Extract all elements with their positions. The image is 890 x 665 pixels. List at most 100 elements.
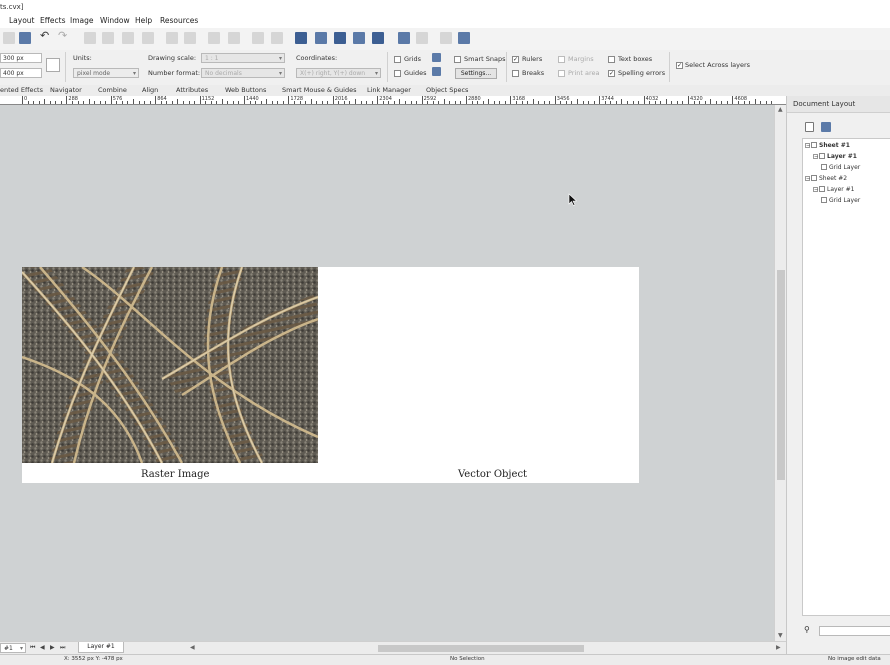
export-icon[interactable] <box>440 32 452 44</box>
number-format-label: Number format: <box>148 69 201 77</box>
ruler-minor-tick <box>316 101 318 104</box>
page-nav-first-icon[interactable]: ⏮ <box>30 644 35 652</box>
page-nav-prev-icon[interactable]: ◀ <box>40 644 45 651</box>
number-format-select[interactable]: No decimals <box>201 68 285 78</box>
breaks-checkbox[interactable] <box>512 70 519 77</box>
tool-icon-e[interactable] <box>166 32 178 44</box>
width-field[interactable]: 300 px <box>0 53 42 63</box>
tool-icon-g[interactable] <box>208 32 220 44</box>
select-across-layers-checkbox[interactable]: ✓ <box>676 62 683 69</box>
scroll-left-icon[interactable]: ◀ <box>190 644 195 651</box>
window-icon[interactable] <box>372 32 384 44</box>
tool-icon-b[interactable] <box>102 32 114 44</box>
tree-sheet-1[interactable]: − Sheet #1 <box>805 142 850 149</box>
ruler-tick-label: 3168 <box>512 96 526 102</box>
ruler-minor-tick <box>160 101 162 104</box>
guides-checkbox[interactable] <box>394 70 401 77</box>
ruler-minor-tick <box>660 101 662 104</box>
units-select[interactable]: pixel mode <box>73 68 139 78</box>
scroll-up-icon[interactable]: ▲ <box>778 106 783 113</box>
undo-icon[interactable]: ↶ <box>40 29 52 42</box>
scroll-down-icon[interactable]: ▼ <box>778 632 783 639</box>
tab-effects[interactable]: ented Effects <box>0 86 43 94</box>
tab-smart-mouse[interactable]: Smart Mouse & Guides <box>282 86 357 94</box>
page-nav-next-icon[interactable]: ▶ <box>50 644 55 651</box>
ruler-minor-tick <box>621 99 623 104</box>
tool-icon-f[interactable] <box>184 32 196 44</box>
smart-snaps-checkbox[interactable] <box>454 56 461 63</box>
tool-icon-h[interactable] <box>228 32 240 44</box>
horizontal-scroll-thumb[interactable] <box>378 645 584 652</box>
page-orientation-icon[interactable] <box>46 58 60 72</box>
ruler-minor-tick <box>488 99 490 104</box>
menu-image[interactable]: Image <box>70 16 94 25</box>
binoculars-icon[interactable]: ⚲ <box>804 625 810 634</box>
height-field[interactable]: 400 px <box>0 68 42 78</box>
new-sheet-icon[interactable] <box>805 122 814 132</box>
ruler-minor-tick <box>271 101 273 104</box>
edit-icon[interactable] <box>398 32 410 44</box>
spelling-errors-checkbox[interactable]: ✓ <box>608 70 615 77</box>
layer-tab[interactable]: Layer #1 <box>78 642 124 653</box>
margins-checkbox[interactable] <box>558 56 565 63</box>
new-icon[interactable] <box>3 32 15 44</box>
grids-checkbox[interactable] <box>394 56 401 63</box>
text-boxes-checkbox[interactable] <box>608 56 615 63</box>
ruler-minor-tick <box>704 101 706 104</box>
page-nav-last-icon[interactable]: ⏭ <box>60 644 65 652</box>
drawing-scale-select[interactable]: 1 : 1 <box>201 53 285 63</box>
tab-navigator[interactable]: Navigator <box>50 86 82 94</box>
tab-attributes[interactable]: Attributes <box>176 86 208 94</box>
ruler-minor-tick <box>438 101 440 104</box>
tab-align[interactable]: Align <box>142 86 158 94</box>
ruler-minor-tick <box>205 101 207 104</box>
redo-icon[interactable]: ↷ <box>58 29 70 42</box>
tab-web-buttons[interactable]: Web Buttons <box>225 86 266 94</box>
layer-icon[interactable] <box>295 32 307 44</box>
tool-icon-a[interactable] <box>84 32 96 44</box>
rulers-checkbox[interactable]: ✓ <box>512 56 519 63</box>
ruler-minor-tick <box>399 99 401 104</box>
tree-sheet-2-grid[interactable]: Grid Layer <box>821 197 860 204</box>
monitor-icon[interactable] <box>353 32 365 44</box>
coordinates-select[interactable]: X(+) right, Y(+) down <box>296 68 381 78</box>
link-icon[interactable] <box>271 32 283 44</box>
menu-help[interactable]: Help <box>135 16 152 25</box>
duplicate-sheet-icon[interactable] <box>821 122 831 132</box>
ruler-minor-tick <box>338 101 340 104</box>
panel-search-field[interactable] <box>819 626 890 636</box>
page-icon[interactable] <box>315 32 327 44</box>
menu-window[interactable]: Window <box>100 16 130 25</box>
tool-icon-c[interactable] <box>122 32 134 44</box>
horizontal-ruler[interactable]: 0 288 576 864 1152 1440 1728 2016 2304 2592 2880 31… <box>0 96 786 105</box>
guide-color-icon[interactable] <box>432 67 441 76</box>
menu-effects[interactable]: Effects <box>40 16 66 25</box>
tree-sheet-2[interactable]: − Sheet #2 <box>805 175 847 182</box>
ruler-minor-tick <box>626 101 628 104</box>
scroll-right-icon[interactable]: ▶ <box>776 644 781 651</box>
raster-image-railway-tracks[interactable] <box>22 267 318 463</box>
ruler-minor-tick <box>699 101 701 104</box>
tab-object-specs[interactable]: Object Specs <box>426 86 468 94</box>
tree-sheet-1-layer[interactable]: − Layer #1 <box>813 153 857 160</box>
object-icon[interactable] <box>334 32 346 44</box>
paste-icon[interactable] <box>19 32 31 44</box>
tab-combine[interactable]: Combine <box>98 86 127 94</box>
tree-sheet-1-grid[interactable]: Grid Layer <box>821 164 860 171</box>
tree-sheet-2-layer[interactable]: − Layer #1 <box>813 186 854 193</box>
settings-button[interactable]: Settings... <box>455 68 497 79</box>
print-area-checkbox[interactable] <box>558 70 565 77</box>
tool-icon-d[interactable] <box>142 32 154 44</box>
preview-icon[interactable] <box>416 32 428 44</box>
chart-icon[interactable] <box>458 32 470 44</box>
ruler-major-tick <box>155 96 157 104</box>
lock-icon[interactable] <box>252 32 264 44</box>
grid-color-icon[interactable] <box>432 53 441 62</box>
ruler-tick-label: 3744 <box>601 96 614 102</box>
tab-link-manager[interactable]: Link Manager <box>367 86 411 94</box>
menu-layout[interactable]: Layout <box>9 16 35 25</box>
vertical-scroll-thumb[interactable] <box>777 270 785 480</box>
menu-resources[interactable]: Resources <box>160 16 198 25</box>
drawing-canvas[interactable]: Raster Image Vector Object <box>0 105 774 641</box>
page-select[interactable]: #1 <box>0 643 26 653</box>
